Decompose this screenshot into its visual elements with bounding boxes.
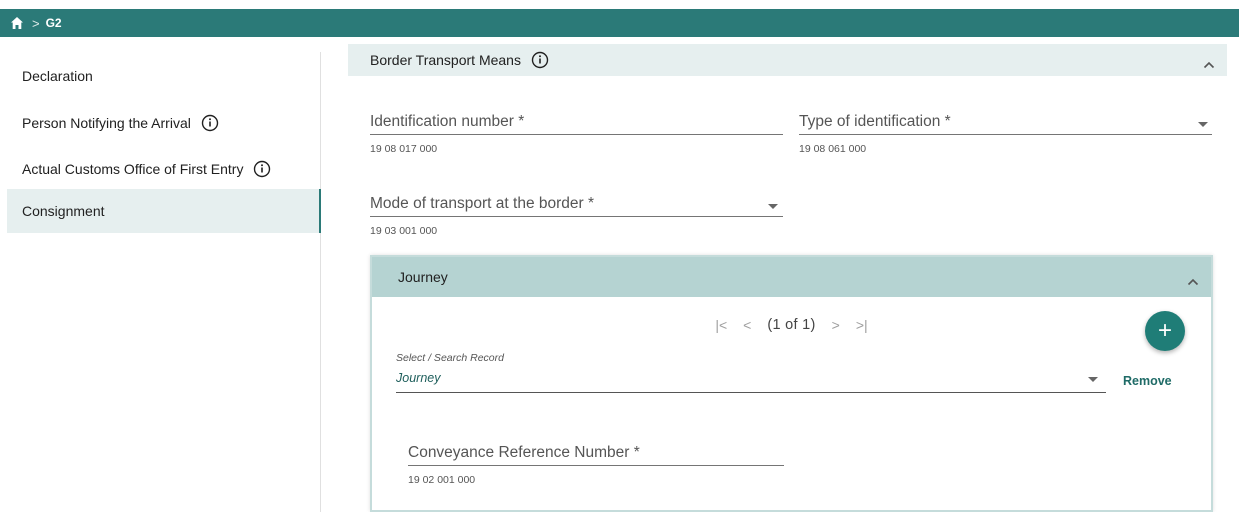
field-underline — [370, 134, 783, 135]
field-code: 19 08 017 000 — [370, 143, 438, 155]
identification-number-field[interactable]: Identification number * 19 08 017 000 — [370, 110, 783, 155]
info-icon[interactable] — [201, 114, 219, 132]
journey-title: Journey — [398, 269, 448, 285]
dropdown-arrow-icon[interactable] — [768, 204, 778, 209]
section-header-border-transport[interactable]: Border Transport Means — [348, 44, 1227, 76]
sidebar-item-label: Person Notifying the Arrival — [22, 115, 191, 131]
sidebar-item-label: Consignment — [22, 203, 105, 219]
section-title: Border Transport Means — [370, 52, 521, 68]
field-underline — [408, 465, 784, 466]
page-count: (1 of 1) — [767, 317, 816, 333]
field-underline — [799, 134, 1212, 135]
select-search-label: Select / Search Record — [396, 352, 504, 364]
journey-panel: Journey |< < (1 of 1) > >| + Select / Se… — [370, 255, 1213, 512]
plus-icon: + — [1157, 317, 1172, 344]
sidebar-item-label: Actual Customs Office of First Entry — [22, 161, 244, 177]
dropdown-arrow-icon[interactable] — [1088, 377, 1098, 382]
chevron-up-icon[interactable] — [1203, 56, 1215, 69]
add-record-button[interactable]: + — [1145, 311, 1185, 351]
identification-number-label: Identification number * — [370, 113, 525, 130]
mode-of-transport-select[interactable]: Mode of transport at the border * 19 03 … — [370, 192, 783, 237]
sidebar-item-person-notifying[interactable]: Person Notifying the Arrival — [7, 101, 320, 145]
type-of-identification-select[interactable]: Type of identification * 19 08 061 000 — [799, 110, 1212, 155]
field-code: 19 02 001 000 — [408, 474, 476, 486]
record-select[interactable]: Journey — [396, 371, 440, 385]
sidebar: Declaration Person Notifying the Arrival… — [7, 52, 321, 512]
info-icon[interactable] — [531, 51, 549, 69]
select-underline — [396, 392, 1106, 393]
conveyance-reference-label: Conveyance Reference Number * — [408, 444, 640, 461]
info-icon[interactable] — [253, 160, 271, 178]
journey-header[interactable]: Journey — [372, 257, 1211, 297]
remove-button[interactable]: Remove — [1123, 374, 1172, 388]
sidebar-item-label: Declaration — [22, 68, 93, 84]
breadcrumb-bar: > G2 — [0, 9, 1239, 37]
last-page-button[interactable]: >| — [856, 317, 868, 333]
breadcrumb-current[interactable]: G2 — [46, 16, 62, 30]
sidebar-item-consignment[interactable]: Consignment — [7, 189, 321, 233]
mode-of-transport-label: Mode of transport at the border * — [370, 195, 595, 212]
field-code: 19 08 061 000 — [799, 143, 867, 155]
sidebar-item-declaration[interactable]: Declaration — [7, 54, 320, 98]
main-content: Border Transport Means Identification nu… — [348, 44, 1227, 512]
field-code: 19 03 001 000 — [370, 225, 438, 237]
home-icon[interactable] — [10, 16, 24, 30]
prev-page-button[interactable]: < — [743, 317, 751, 333]
sidebar-item-customs-office[interactable]: Actual Customs Office of First Entry — [7, 147, 320, 191]
first-page-button[interactable]: |< — [715, 317, 727, 333]
chevron-up-icon[interactable] — [1187, 273, 1199, 286]
next-page-button[interactable]: > — [832, 317, 840, 333]
record-pager: |< < (1 of 1) > >| — [372, 317, 1211, 333]
sidebar-divider — [320, 52, 321, 512]
conveyance-reference-field[interactable]: Conveyance Reference Number * 19 02 001 … — [408, 441, 784, 486]
field-underline — [370, 216, 783, 217]
type-of-identification-label: Type of identification * — [799, 113, 951, 130]
breadcrumb-separator: > — [32, 15, 40, 31]
dropdown-arrow-icon[interactable] — [1198, 122, 1208, 127]
